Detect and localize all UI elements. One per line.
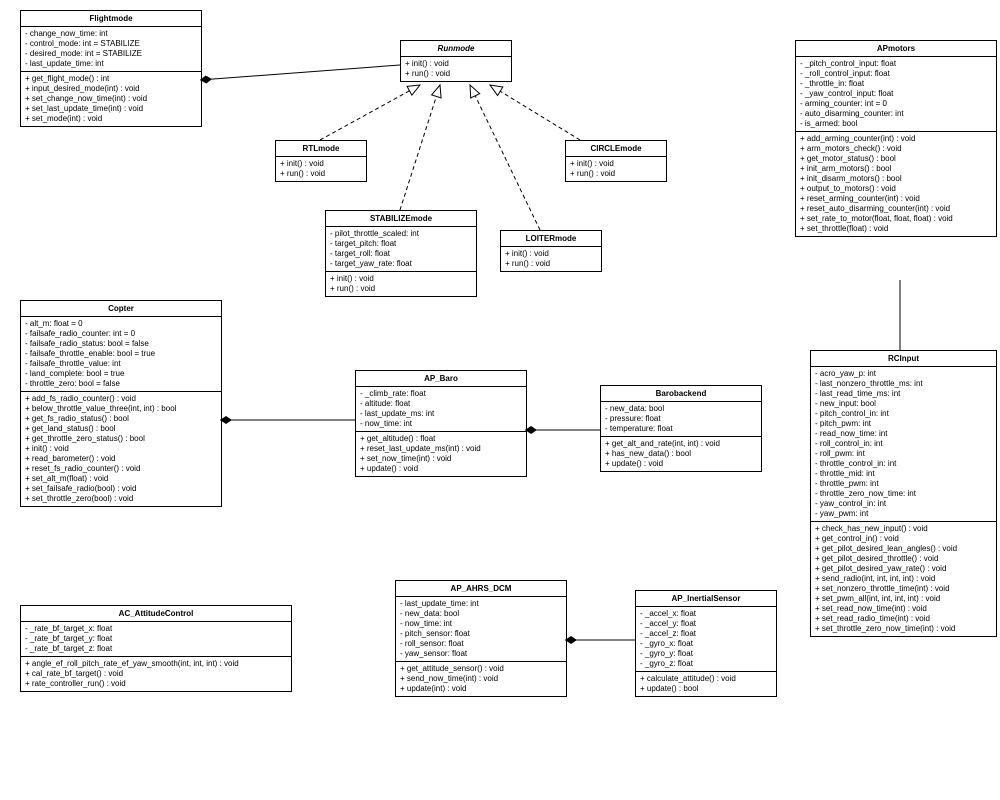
- class-methods: + calculate_attitude() : void + update()…: [636, 672, 776, 696]
- class-attrs: - last_update_time: int - new_data: bool…: [396, 597, 566, 662]
- class-apbaro: AP_Baro - _climb_rate: float - altitude:…: [355, 370, 527, 477]
- class-title: RCInput: [811, 351, 996, 367]
- class-attrs: - pilot_throttle_scaled: int - target_pi…: [326, 227, 476, 272]
- class-apahrsdcm: AP_AHRS_DCM - last_update_time: int - ne…: [395, 580, 567, 697]
- class-title: AP_AHRS_DCM: [396, 581, 566, 597]
- class-runmode: Runmode + init() : void + run() : void: [400, 40, 512, 82]
- class-attrs: - alt_m: float = 0 - failsafe_radio_coun…: [21, 317, 221, 392]
- class-title: APmotors: [796, 41, 996, 57]
- class-methods: + get_alt_and_rate(int, int) : void + ha…: [601, 437, 761, 471]
- class-methods: + init() : void + run() : void: [501, 247, 601, 271]
- class-attrs: - change_now_time: int - control_mode: i…: [21, 27, 201, 72]
- class-title: LOITERmode: [501, 231, 601, 247]
- class-methods: + add_fs_radio_counter() : void + below_…: [21, 392, 221, 506]
- class-methods: + get_altitude() : float + reset_last_up…: [356, 432, 526, 476]
- class-apmotors: APmotors - _pitch_control_input: float -…: [795, 40, 997, 237]
- class-title: Copter: [21, 301, 221, 317]
- class-rcinput: RCInput - acro_yaw_p: int - last_nonzero…: [810, 350, 997, 637]
- class-circlemode: CIRCLEmode + init() : void + run() : voi…: [565, 140, 667, 182]
- class-copter: Copter - alt_m: float = 0 - failsafe_rad…: [20, 300, 222, 507]
- class-flightmode: Flightmode - change_now_time: int - cont…: [20, 10, 202, 127]
- class-methods: + add_arming_counter(int) : void + arm_m…: [796, 132, 996, 236]
- class-rtlmode: RTLmode + init() : void + run() : void: [275, 140, 367, 182]
- class-title: Flightmode: [21, 11, 201, 27]
- class-stabilizemode: STABILIZEmode - pilot_throttle_scaled: i…: [325, 210, 477, 297]
- class-title: RTLmode: [276, 141, 366, 157]
- class-apinertialsensor: AP_InertialSensor - _accel_x: float - _a…: [635, 590, 777, 697]
- class-attrs: - _rate_bf_target_x: float - _rate_bf_ta…: [21, 622, 291, 657]
- class-methods: + init() : void + run() : void: [566, 157, 666, 181]
- class-attrs: - _accel_x: float - _accel_y: float - _a…: [636, 607, 776, 672]
- class-barobackend: Barobackend - new_data: bool - pressure:…: [600, 385, 762, 472]
- class-attrs: - _climb_rate: float - altitude: float -…: [356, 387, 526, 432]
- class-methods: + check_has_new_input() : void + get_con…: [811, 522, 996, 636]
- class-title: Barobackend: [601, 386, 761, 402]
- class-methods: + init() : void + run() : void: [401, 57, 511, 81]
- class-methods: + get_attitude_sensor() : void + send_no…: [396, 662, 566, 696]
- class-title: AP_Baro: [356, 371, 526, 387]
- class-methods: + get_flight_mode() : int + input_desire…: [21, 72, 201, 126]
- class-title: AP_InertialSensor: [636, 591, 776, 607]
- class-attrs: - acro_yaw_p: int - last_nonzero_throttl…: [811, 367, 996, 522]
- class-title: STABILIZEmode: [326, 211, 476, 227]
- class-attrs: - new_data: bool - pressure: float - tem…: [601, 402, 761, 437]
- class-methods: + angle_ef_roll_pitch_rate_ef_yaw_smooth…: [21, 657, 291, 691]
- class-title: AC_AttitudeControl: [21, 606, 291, 622]
- class-attrs: - _pitch_control_input: float - _roll_co…: [796, 57, 996, 132]
- class-attitudecontrol: AC_AttitudeControl - _rate_bf_target_x: …: [20, 605, 292, 692]
- class-title: Runmode: [401, 41, 511, 57]
- class-methods: + init() : void + run() : void: [276, 157, 366, 181]
- class-methods: + init() : void + run() : void: [326, 272, 476, 296]
- class-title: CIRCLEmode: [566, 141, 666, 157]
- class-loitermode: LOITERmode + init() : void + run() : voi…: [500, 230, 602, 272]
